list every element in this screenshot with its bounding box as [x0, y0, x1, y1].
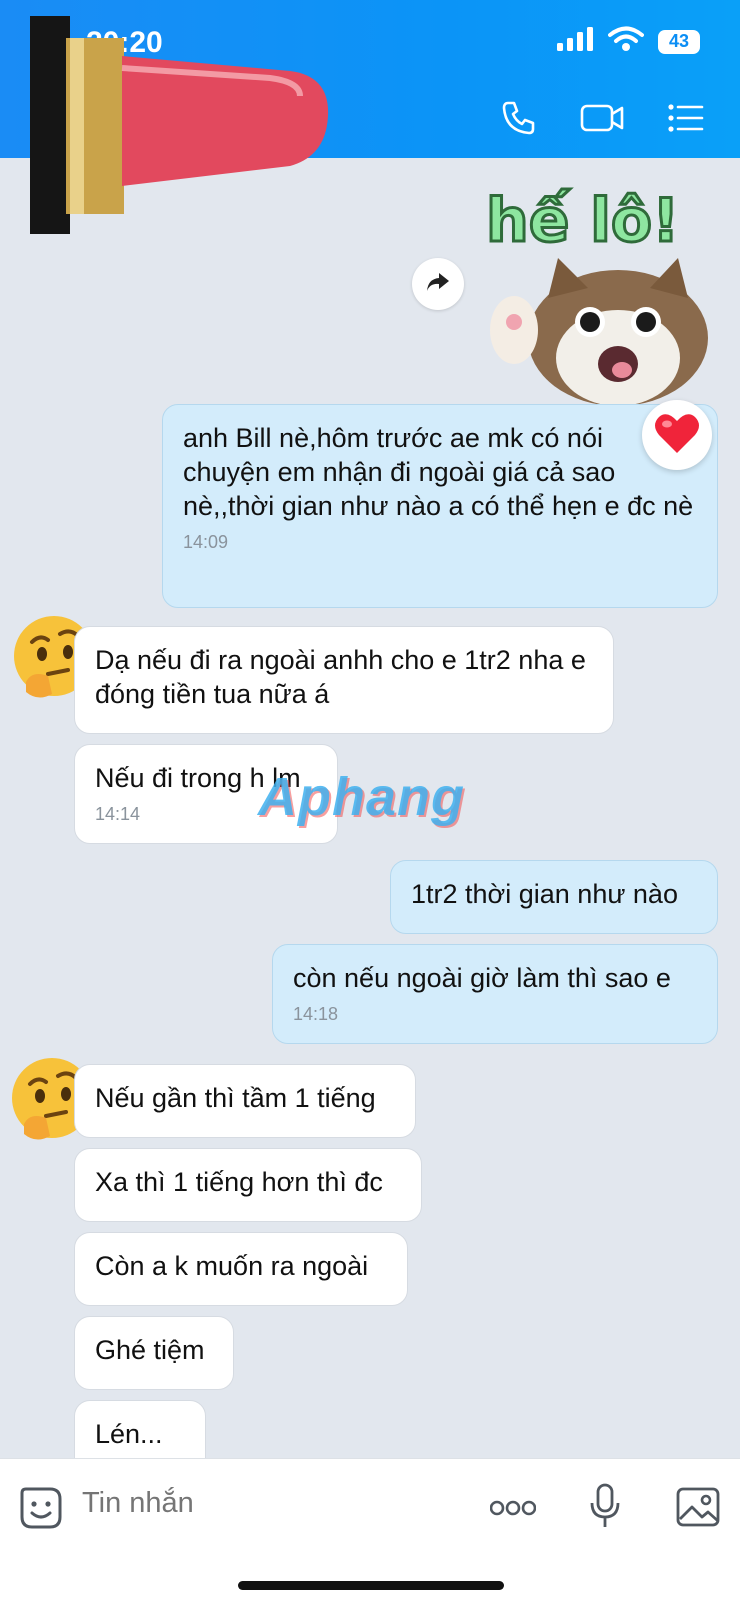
battery-indicator: 43 — [658, 29, 700, 54]
signal-icon — [556, 26, 594, 57]
message-bubble-incoming[interactable]: Dạ nếu đi ra ngoài anhh cho e 1tr2 nha e… — [74, 626, 614, 734]
message-bubble-outgoing[interactable]: anh Bill nè,hôm trước ae mk có nói chuyệ… — [162, 404, 718, 608]
image-icon[interactable] — [676, 1487, 720, 1532]
message-time: 14:09 — [183, 532, 229, 552]
heart-icon — [653, 411, 701, 460]
message-time: 14:18 — [293, 1004, 339, 1024]
video-icon[interactable] — [580, 102, 624, 139]
sticker-caption: hế lô! — [484, 185, 680, 258]
message-text: Xa thì 1 tiếng hơn thì đc — [95, 1167, 383, 1197]
share-button[interactable] — [412, 258, 464, 310]
message-bubble-incoming[interactable]: Xa thì 1 tiếng hơn thì đc — [74, 1148, 422, 1222]
sticker-icon[interactable] — [20, 1487, 62, 1534]
watermark: Aphang — [258, 767, 465, 827]
message-text: Còn a k muốn ra ngoài — [95, 1251, 369, 1281]
list-menu-icon[interactable] — [668, 103, 704, 138]
message-bubble-outgoing[interactable]: 1tr2 thời gian như nào — [390, 860, 718, 934]
message-text: Nếu gần thì tầm 1 tiếng — [95, 1083, 376, 1113]
message-text: anh Bill nè,hôm trước ae mk có nói chuyệ… — [183, 423, 694, 521]
microphone-icon[interactable] — [590, 1483, 620, 1534]
message-text: Lén... — [95, 1419, 163, 1449]
message-bubble-incoming[interactable]: Còn a k muốn ra ngoài — [74, 1232, 408, 1306]
message-input[interactable] — [82, 1487, 462, 1520]
message-text: Ghé tiệm — [95, 1335, 205, 1365]
home-indicator — [238, 1581, 504, 1590]
message-list[interactable]: hế lô! anh Bill nè,hôm trước ae mk có nó… — [0, 158, 740, 1458]
phone-icon[interactable] — [500, 100, 536, 141]
cat-sticker: hế lô! — [478, 185, 718, 408]
message-text: Dạ nếu đi ra ngoài anhh cho e 1tr2 nha e… — [95, 645, 586, 709]
wifi-icon — [608, 26, 644, 57]
message-text: còn nếu ngoài giờ làm thì sao e — [293, 963, 671, 993]
message-bubble-outgoing[interactable]: còn nếu ngoài giờ làm thì sao e 14:18 — [272, 944, 718, 1044]
more-dots-icon[interactable] — [489, 1499, 537, 1522]
status-icons: 43 — [556, 26, 700, 57]
share-forward-icon — [425, 271, 451, 298]
message-input-bar — [0, 1458, 740, 1601]
message-bubble-incoming[interactable]: Ghé tiệm — [74, 1316, 234, 1390]
message-text: 1tr2 thời gian như nào — [411, 879, 678, 909]
message-bubble-incoming[interactable]: Nếu gần thì tầm 1 tiếng — [74, 1064, 416, 1138]
reaction-badge[interactable] — [642, 400, 712, 470]
message-bubble-incoming[interactable]: Lén... — [74, 1400, 206, 1458]
